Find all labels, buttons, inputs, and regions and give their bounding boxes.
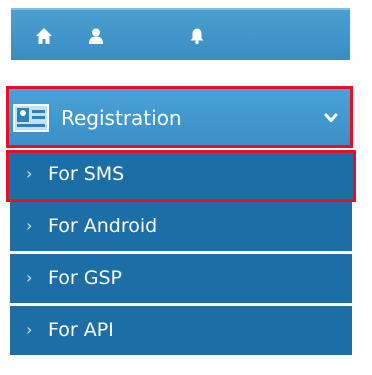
chevron-right-icon: ›: [26, 164, 33, 183]
menu-item-label: For SMS: [48, 163, 125, 185]
menu-item-for-api[interactable]: › For API: [10, 306, 352, 358]
chevron-right-icon: ›: [26, 216, 33, 235]
user-icon[interactable]: [87, 27, 105, 45]
menu-item-for-gsp[interactable]: › For GSP: [10, 254, 352, 306]
sidebar-menu: Registration › For SMS › For Android › F…: [0, 0, 372, 375]
registration-submenu: › For SMS › For Android › For GSP › For …: [6, 150, 356, 358]
menu-item-label: For Android: [48, 215, 158, 237]
chevron-right-icon: ›: [26, 268, 33, 287]
registration-label: Registration: [61, 106, 182, 130]
menu-item-label: For GSP: [48, 267, 122, 289]
menu-item-for-sms[interactable]: › For SMS: [6, 150, 356, 202]
chevron-right-icon: ›: [26, 320, 33, 339]
home-icon[interactable]: [35, 27, 53, 45]
top-icon-bar: [11, 8, 350, 60]
menu-item-for-android[interactable]: › For Android: [10, 202, 352, 254]
registration-header[interactable]: Registration: [6, 86, 353, 148]
chevron-down-icon[interactable]: [324, 111, 338, 125]
menu-item-label: For API: [48, 319, 114, 341]
bell-icon[interactable]: [188, 27, 206, 45]
id-card-icon: [13, 104, 49, 132]
